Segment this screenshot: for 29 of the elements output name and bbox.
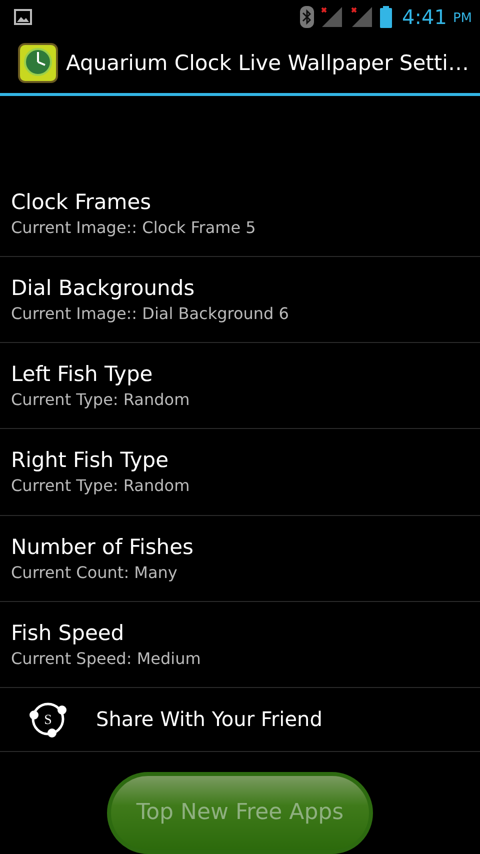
setting-title: Number of Fishes (11, 534, 194, 559)
setting-summary: Current Image:: Clock Frame 5 (11, 218, 257, 238)
image-icon (14, 8, 32, 25)
clock-time: 4:41 (402, 4, 447, 29)
setting-summary: Current Type: Random (11, 390, 191, 410)
clock-period: PM (452, 11, 472, 26)
setting-summary: Current Count: Many (11, 562, 178, 582)
battery-icon (380, 6, 392, 28)
setting-title: Dial Backgrounds (11, 276, 196, 300)
settings-item[interactable]: Number of Fishes Current Count: Many (0, 516, 480, 602)
setting-title: Right Fish Type (11, 448, 170, 472)
setting-title: Left Fish Type (11, 362, 154, 386)
setting-title: Fish Speed (11, 620, 126, 645)
signal-icon (350, 6, 374, 28)
setting-summary: Current Type: Random (11, 476, 191, 496)
setting-summary: Current Image:: Dial Background 6 (11, 304, 290, 324)
settings-item[interactable]: Dial Backgrounds Current Image:: Dial Background 6 (0, 257, 480, 344)
screen-title: Aquarium Clock Live Wallpaper Setti… (66, 51, 469, 76)
settings-item[interactable]: Fish Speed Current Speed: Medium (0, 602, 480, 688)
bluetooth-icon (300, 6, 314, 28)
settings-item[interactable]: Right Fish Type Current Type: Random (0, 429, 480, 516)
signal-icon (320, 6, 344, 28)
settings-item[interactable]: Left Fish Type Current Type: Random (0, 343, 480, 430)
share-label: Share With Your Friend (96, 707, 322, 732)
share-item[interactable]: S Share With Your Friend (0, 688, 480, 752)
app-icon (18, 43, 58, 84)
settings-item[interactable]: Clock Frames Current Image:: Clock Frame 5 (0, 171, 480, 258)
setting-title: Clock Frames (11, 190, 152, 214)
setting-summary: Current Speed: Medium (11, 648, 202, 668)
